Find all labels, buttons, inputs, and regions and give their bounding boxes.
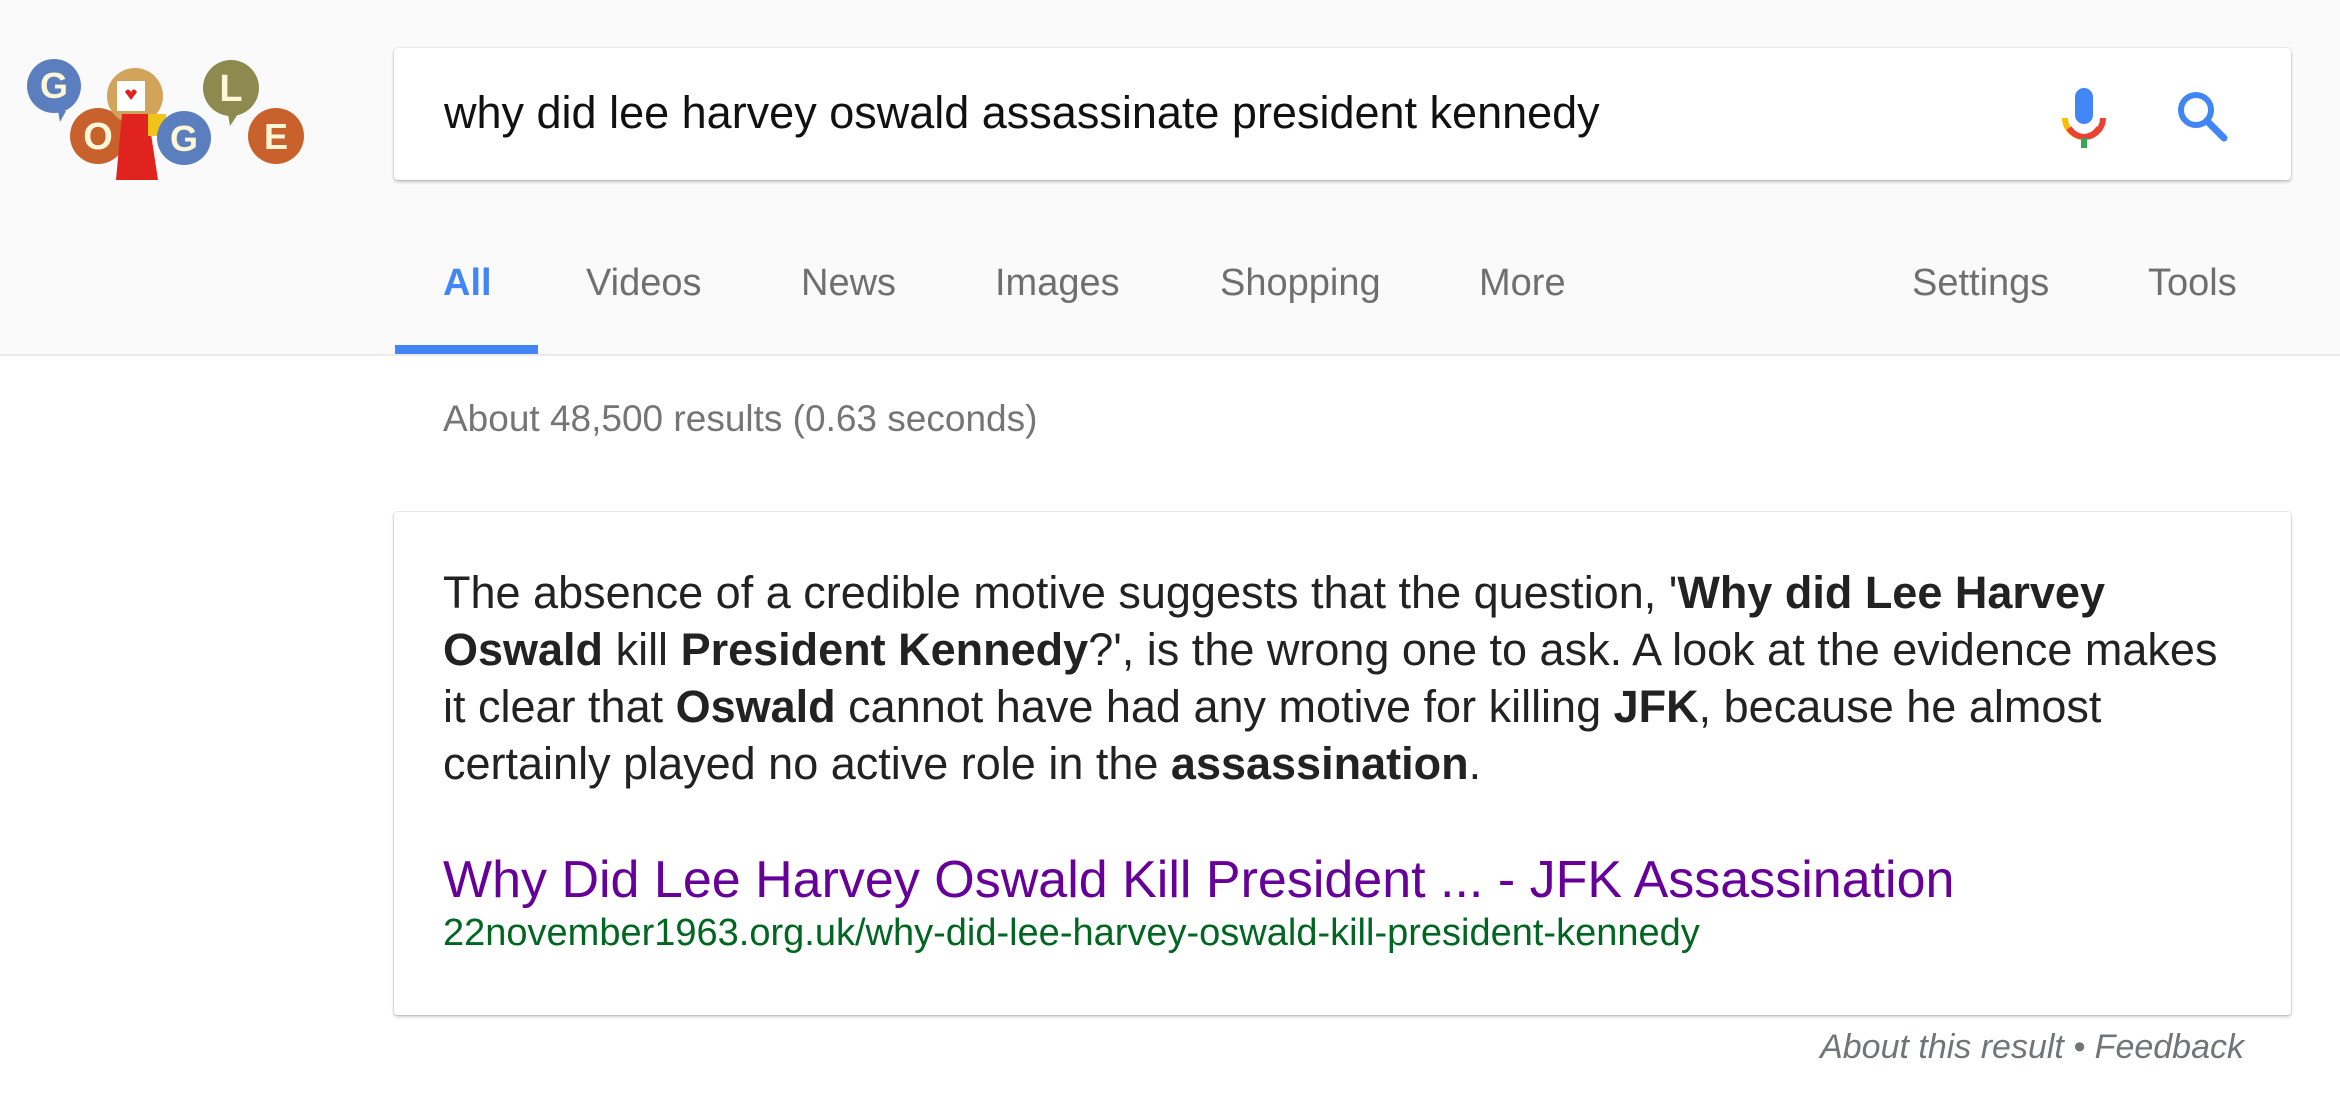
search-input[interactable] bbox=[444, 78, 1964, 148]
snippet-footer: About this result • Feedback bbox=[1820, 1028, 2244, 1067]
snippet-bold-term: JFK bbox=[1613, 681, 1699, 732]
svg-text:E: E bbox=[264, 116, 288, 157]
logo-letter-l: L bbox=[203, 60, 259, 126]
svg-text:O: O bbox=[83, 116, 113, 158]
svg-text:L: L bbox=[219, 68, 242, 110]
snippet-text-segment: kill bbox=[603, 624, 681, 675]
tab-news[interactable]: News bbox=[801, 262, 896, 305]
featured-snippet-card: The absence of a credible motive suggest… bbox=[394, 512, 2291, 1015]
featured-snippet-text: The absence of a credible motive suggest… bbox=[443, 564, 2243, 792]
tab-images[interactable]: Images bbox=[995, 262, 1120, 305]
search-icon[interactable] bbox=[2174, 88, 2230, 144]
google-doodle-logo[interactable]: G O G L E bbox=[18, 56, 318, 186]
snippet-bold-term: assassination bbox=[1170, 738, 1469, 789]
result-title-link[interactable]: Why Did Lee Harvey Oswald Kill President… bbox=[443, 850, 1954, 910]
snippet-text-segment: cannot have had any motive for killing bbox=[835, 681, 1614, 732]
svg-text:G: G bbox=[170, 118, 198, 159]
snippet-bold-term: President Kennedy bbox=[680, 624, 1089, 675]
active-tab-indicator bbox=[395, 345, 538, 354]
tab-all[interactable]: All bbox=[443, 262, 492, 305]
result-url: 22november1963.org.uk/why-did-lee-harvey… bbox=[443, 912, 1700, 954]
tab-tools[interactable]: Tools bbox=[2148, 262, 2237, 305]
search-box bbox=[394, 48, 2291, 180]
logo-letter-g1: G bbox=[27, 59, 81, 122]
logo-letter-g2: G bbox=[157, 111, 211, 165]
tab-shopping[interactable]: Shopping bbox=[1220, 262, 1381, 305]
logo-letter-e: E bbox=[248, 108, 304, 164]
tab-settings[interactable]: Settings bbox=[1912, 262, 2049, 305]
tab-more[interactable]: More bbox=[1479, 262, 1566, 305]
microphone-icon[interactable] bbox=[2056, 86, 2112, 152]
footer-separator: • bbox=[2063, 1028, 2095, 1066]
feedback-link[interactable]: Feedback bbox=[2095, 1028, 2244, 1066]
result-stats: About 48,500 results (0.63 seconds) bbox=[443, 398, 1038, 439]
snippet-text-segment: . bbox=[1468, 738, 1482, 789]
snippet-bold-term: Oswald bbox=[675, 681, 836, 732]
about-this-result-link[interactable]: About this result bbox=[1820, 1028, 2064, 1066]
svg-text:G: G bbox=[40, 65, 68, 106]
snippet-text-segment: The absence of a credible motive suggest… bbox=[443, 567, 1678, 618]
tab-videos[interactable]: Videos bbox=[586, 262, 702, 305]
